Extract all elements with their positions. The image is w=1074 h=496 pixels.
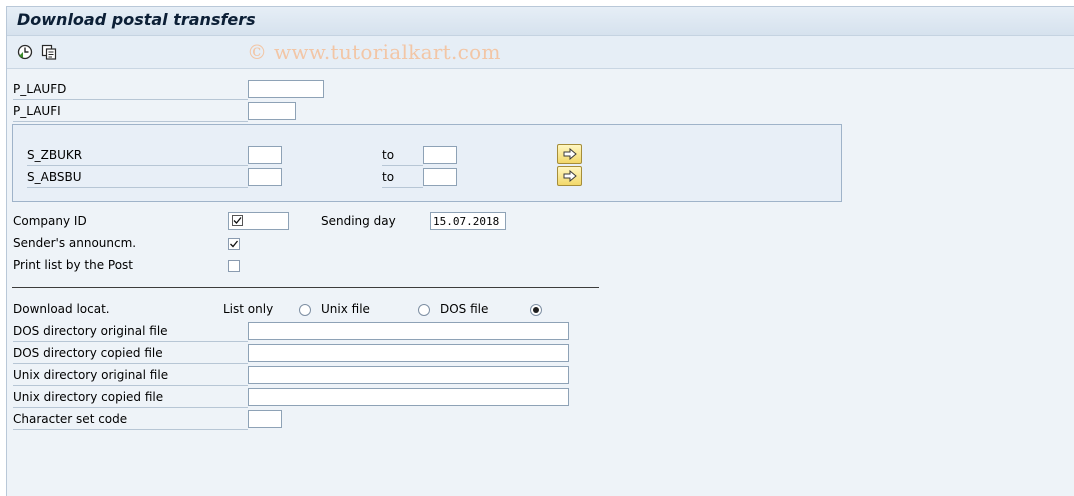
sender-announcement-checkbox[interactable] [228,238,240,250]
p-laufi-input[interactable] [248,102,296,120]
unix-file-label: Unix file [321,302,370,316]
character-set-code-input[interactable] [248,410,282,428]
page-title: Download postal transfers [17,10,256,29]
download-location-label: Download locat. [13,302,110,316]
dos-file-label: DOS file [440,302,489,316]
dos-original-file-input[interactable] [248,322,569,340]
dos-original-file-label: DOS directory original file [13,321,248,342]
unix-original-file-input[interactable] [248,366,569,384]
p-laufd-label: P_LAUFD [13,79,248,100]
application-toolbar: © www.tutorialkart.com [7,36,1074,69]
s-absbu-to-label: to [382,167,423,188]
company-id-checkbox-field[interactable] [228,212,289,230]
sending-day-label: Sending day [321,214,396,228]
list-only-radio[interactable] [299,304,311,316]
sap-screen: Download postal transfers © www.tutorial… [6,6,1074,496]
s-zbukr-to-label: to [382,145,423,166]
sending-day-input[interactable] [430,212,506,230]
section-divider [12,287,599,288]
watermark: © www.tutorialkart.com [247,40,501,64]
s-zbukr-from-input[interactable] [248,146,282,164]
list-only-label: List only [223,302,274,316]
print-list-label: Print list by the Post [13,258,134,272]
print-list-checkbox[interactable] [228,260,240,272]
dos-copied-file-label: DOS directory copied file [13,343,248,364]
unix-file-radio[interactable] [418,304,430,316]
execute-icon[interactable] [17,44,33,60]
dos-file-radio[interactable] [530,304,542,316]
company-id-label: Company ID [13,214,87,228]
checkbox-checked-icon [232,215,243,230]
arrow-right-icon [563,147,577,163]
unix-original-file-label: Unix directory original file [13,365,248,386]
sender-announcement-label: Sender's announcm. [13,236,137,250]
s-absbu-to-input[interactable] [423,168,457,186]
title-bar: Download postal transfers [7,7,1074,36]
variant-icon[interactable] [41,44,57,60]
s-absbu-label: S_ABSBU [27,167,248,188]
s-zbukr-to-input[interactable] [423,146,457,164]
character-set-code-label: Character set code [13,409,248,430]
unix-copied-file-input[interactable] [248,388,569,406]
dos-copied-file-input[interactable] [248,344,569,362]
s-zbukr-multiple-selection-button[interactable] [557,144,582,164]
p-laufd-input[interactable] [248,80,324,98]
arrow-right-icon [563,169,577,185]
unix-copied-file-label: Unix directory copied file [13,387,248,408]
s-absbu-multiple-selection-button[interactable] [557,166,582,186]
s-absbu-from-input[interactable] [248,168,282,186]
s-zbukr-label: S_ZBUKR [27,145,248,166]
p-laufi-label: P_LAUFI [13,101,248,122]
